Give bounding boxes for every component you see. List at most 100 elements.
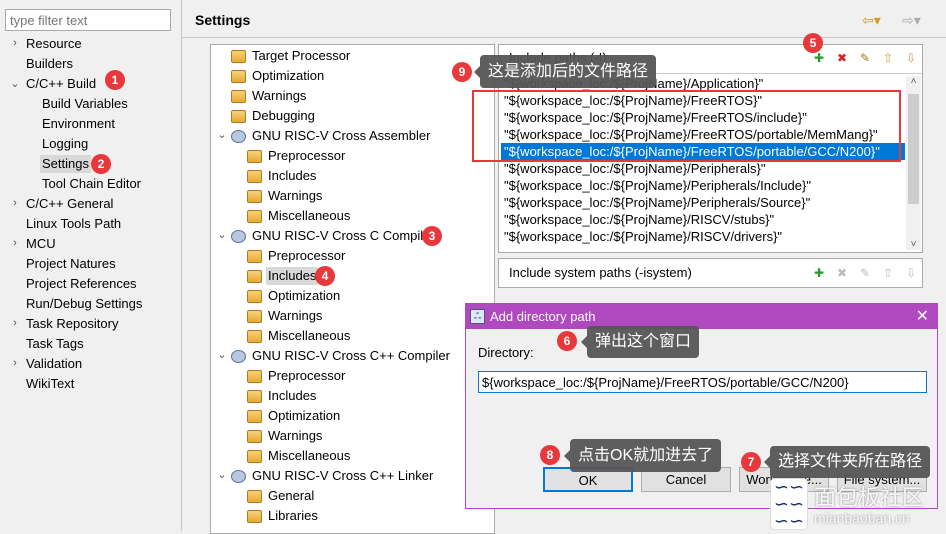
folder-icon: [247, 370, 262, 383]
edit-icon[interactable]: ✎: [857, 50, 873, 66]
move-up-icon[interactable]: ⇧: [880, 265, 896, 281]
chevron-down-icon[interactable]: ⌄: [215, 468, 229, 481]
tool-icon: [231, 470, 246, 483]
chevron-right-icon[interactable]: ›: [8, 197, 22, 209]
watermark: ∽∽ ∽∽ ∽∽ 面包板社区 mianbaoban.cn: [770, 478, 946, 531]
folder-icon: [231, 70, 246, 83]
move-down-icon[interactable]: ⇩: [903, 265, 919, 281]
nav-item[interactable]: Validation: [24, 355, 84, 373]
chevron-down-icon[interactable]: ⌄: [215, 128, 229, 141]
move-up-icon[interactable]: ⇧: [880, 50, 896, 66]
nav-item[interactable]: Environment: [40, 115, 117, 133]
nav-item[interactable]: WikiText: [24, 375, 76, 393]
step-badge: 2: [91, 154, 111, 174]
nav-item[interactable]: C/C++ General: [24, 195, 115, 213]
nav-item[interactable]: Linux Tools Path: [24, 215, 123, 233]
include-path-item-partial[interactable]: [501, 245, 905, 252]
chevron-right-icon[interactable]: ›: [8, 357, 22, 369]
nav-item[interactable]: Logging: [40, 135, 90, 153]
folder-icon: [247, 430, 262, 443]
delete-icon[interactable]: ✖: [834, 50, 850, 66]
chevron-right-icon[interactable]: ›: [8, 37, 22, 49]
folder-icon: [247, 250, 262, 263]
tree-item[interactable]: Preprocessor: [266, 147, 347, 165]
nav-item[interactable]: Settings: [40, 155, 91, 173]
step-badge: 4: [315, 266, 335, 286]
include-path-item[interactable]: "${workspace_loc:/${ProjName}/RISCV/stub…: [501, 211, 905, 228]
chevron-down-icon[interactable]: ⌄: [215, 348, 229, 361]
tree-item[interactable]: Warnings: [266, 427, 324, 445]
highlight-box: [472, 90, 901, 162]
tree-item[interactable]: Preprocessor: [266, 247, 347, 265]
folder-icon: [247, 490, 262, 503]
dialog-title: Add directory path: [490, 309, 596, 324]
tree-item[interactable]: Miscellaneous: [266, 207, 352, 225]
chevron-down-icon[interactable]: ⌄: [215, 228, 229, 241]
nav-item[interactable]: Task Tags: [24, 335, 86, 353]
delete-icon[interactable]: ✖: [834, 265, 850, 281]
back-arrow-icon[interactable]: ⇦▾: [862, 12, 881, 29]
add-icon[interactable]: ✚: [811, 265, 827, 281]
edit-icon[interactable]: ✎: [857, 265, 873, 281]
tree-item[interactable]: GNU RISC-V Cross C Compiler: [250, 227, 437, 245]
nav-item[interactable]: Task Repository: [24, 315, 120, 333]
nav-item[interactable]: C/C++ Build: [24, 75, 98, 93]
tree-item[interactable]: Warnings: [250, 87, 308, 105]
tree-item[interactable]: Miscellaneous: [266, 327, 352, 345]
folder-icon: [247, 190, 262, 203]
include-path-item[interactable]: "${workspace_loc:/${ProjName}/RISCV/driv…: [501, 228, 905, 245]
forward-arrow-icon[interactable]: ⇨▾: [902, 12, 921, 29]
directory-input[interactable]: [478, 371, 927, 393]
tree-item[interactable]: GNU RISC-V Cross C++ Compiler: [250, 347, 452, 365]
tree-item[interactable]: Warnings: [266, 307, 324, 325]
nav-item[interactable]: Resource: [24, 35, 84, 53]
tree-item[interactable]: General: [266, 487, 316, 505]
nav-item[interactable]: Build Variables: [40, 95, 130, 113]
tree-item[interactable]: Preprocessor: [266, 367, 347, 385]
chevron-down-icon[interactable]: ⌄: [8, 77, 22, 90]
sash[interactable]: [181, 0, 182, 531]
tree-item[interactable]: Optimization: [250, 67, 326, 85]
chevron-right-icon[interactable]: ›: [8, 237, 22, 249]
chevron-right-icon[interactable]: ›: [8, 317, 22, 329]
tree-item[interactable]: GNU RISC-V Cross C++ Linker: [250, 467, 435, 485]
include-path-item[interactable]: "${workspace_loc:/${ProjName}/Peripheral…: [501, 177, 905, 194]
folder-icon: [247, 290, 262, 303]
system-paths-panel: Include system paths (-isystem) ✚ ✖ ✎ ⇧ ⇩: [498, 258, 923, 288]
close-icon[interactable]: ✕: [916, 304, 929, 329]
callout-tooltip: 选择文件夹所在路径: [763, 446, 931, 478]
filter-input[interactable]: [5, 9, 171, 31]
tree-item[interactable]: Includes: [266, 167, 318, 185]
app-icon: ஃ: [470, 309, 485, 324]
tree-item[interactable]: GNU RISC-V Cross Assembler: [250, 127, 432, 145]
tree-item[interactable]: Includes: [266, 267, 319, 285]
folder-icon: [231, 110, 246, 123]
tool-icon: [231, 130, 246, 143]
tree-item[interactable]: Optimization: [266, 287, 342, 305]
watermark-url: mianbaoban.cn: [814, 510, 910, 526]
nav-item[interactable]: Builders: [24, 55, 75, 73]
nav-item[interactable]: Run/Debug Settings: [24, 295, 144, 313]
nav-item[interactable]: Tool Chain Editor: [40, 175, 143, 193]
step-badge: 1: [105, 70, 125, 90]
tree-item[interactable]: Target Processor: [250, 47, 352, 65]
tree-item[interactable]: Warnings: [266, 187, 324, 205]
folder-icon: [231, 90, 246, 103]
tool-icon: [231, 350, 246, 363]
include-path-item[interactable]: "${workspace_loc:/${ProjName}/Peripheral…: [501, 160, 905, 177]
move-down-icon[interactable]: ⇩: [903, 50, 919, 66]
tree-item[interactable]: Debugging: [250, 107, 317, 125]
step-badge: 8: [540, 445, 560, 465]
tree-item[interactable]: Optimization: [266, 407, 342, 425]
step-badge: 5: [803, 33, 823, 53]
nav-item[interactable]: MCU: [24, 235, 58, 253]
tree-item[interactable]: Libraries: [266, 507, 320, 525]
include-path-item[interactable]: "${workspace_loc:/${ProjName}/Peripheral…: [501, 194, 905, 211]
include-list-scrollbar[interactable]: ˄ ˅: [906, 76, 921, 250]
tree-item[interactable]: Includes: [266, 387, 318, 405]
tree-item[interactable]: Miscellaneous: [266, 447, 352, 465]
nav-item[interactable]: Project Natures: [24, 255, 118, 273]
callout-tooltip: 这是添加后的文件路径: [473, 55, 657, 88]
nav-item[interactable]: Project References: [24, 275, 139, 293]
tool-settings-tree[interactable]: Target Processor Optimization Warnings Debu…: [210, 44, 495, 534]
